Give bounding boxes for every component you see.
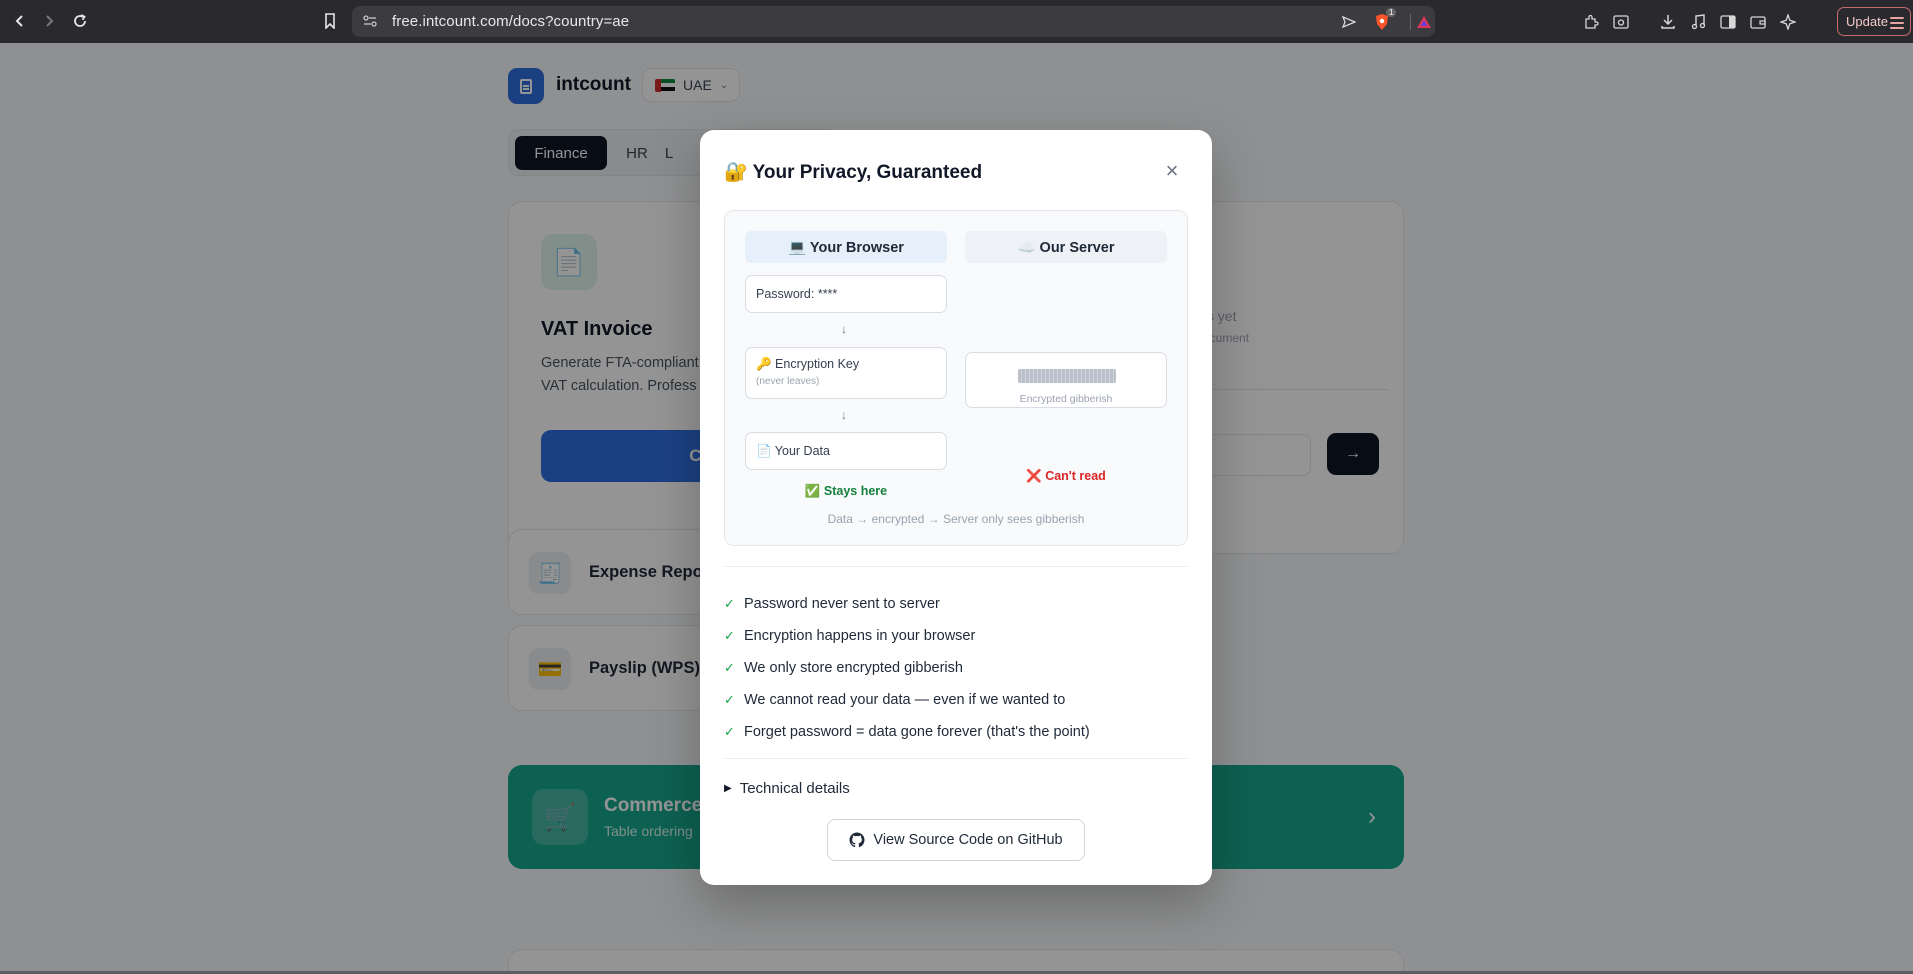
divider: [1410, 14, 1411, 30]
browser-toolbar: free.intcount.com/docs?country=ae 1 Upda…: [0, 0, 1913, 43]
screenshot-icon[interactable]: [1610, 11, 1632, 33]
list-item-text: Forget password = data gone forever (tha…: [744, 724, 1090, 740]
back-icon[interactable]: [9, 10, 31, 32]
cant-read-label: ❌ Can't read: [1026, 469, 1106, 483]
update-label: Update: [1846, 14, 1888, 29]
encryption-key-box: 🔑 Encryption Key (never leaves): [745, 347, 947, 399]
list-item-text: We cannot read your data — even if we wa…: [744, 692, 1066, 708]
check-icon: ✓: [724, 660, 735, 675]
privacy-modal: 🔐 Your Privacy, Guaranteed × 💻 Your Brow…: [700, 130, 1212, 885]
modal-title: 🔐 Your Privacy, Guaranteed: [724, 162, 983, 183]
divider: [724, 758, 1188, 759]
encryption-diagram: 💻 Your Browser ☁️ Our Server Password: *…: [724, 210, 1188, 546]
check-icon: ✓: [724, 692, 735, 707]
close-icon[interactable]: ×: [1158, 157, 1186, 185]
data-box-label: 📄 Your Data: [756, 444, 830, 458]
password-box-label: Password: ****: [756, 287, 838, 301]
list-item: ✓ We only store encrypted gibberish: [724, 652, 1188, 684]
github-icon: [849, 832, 865, 848]
browser-column-header: 💻 Your Browser: [745, 231, 947, 263]
address-bar[interactable]: free.intcount.com/docs?country=ae 1: [352, 6, 1435, 37]
check-icon: ✓: [724, 596, 735, 611]
site-settings-icon[interactable]: [362, 13, 378, 29]
github-button-label: View Source Code on GitHub: [873, 832, 1063, 848]
forward-icon[interactable]: [38, 10, 60, 32]
server-column-header: ☁️ Our Server: [965, 231, 1167, 263]
sidebar-icon[interactable]: [1717, 11, 1739, 33]
leo-ai-icon[interactable]: [1777, 11, 1799, 33]
password-box: Password: ****: [745, 275, 947, 313]
music-icon[interactable]: [1687, 11, 1709, 33]
diagram-caption: Data → encrypted → Server only sees gibb…: [827, 512, 1085, 526]
menu-icon: [1890, 15, 1904, 32]
technical-details-label: Technical details: [739, 780, 850, 797]
privacy-checklist: ✓ Password never sent to server ✓ Encrypti…: [724, 588, 1188, 748]
check-icon: ✓: [724, 724, 735, 739]
encrypted-box: Encrypted gibberish: [965, 352, 1167, 408]
url-text[interactable]: free.intcount.com/docs?country=ae: [392, 13, 629, 30]
brave-rewards-icon[interactable]: [1414, 12, 1434, 32]
arrow-down-icon: ↓: [841, 408, 847, 422]
extensions-icon[interactable]: [1580, 11, 1602, 33]
send-icon[interactable]: [1339, 12, 1359, 32]
bookmark-icon[interactable]: [319, 10, 341, 32]
divider: [724, 566, 1188, 567]
encrypted-label: Encrypted gibberish: [1019, 393, 1113, 405]
arrow-down-icon: ↓: [841, 322, 847, 336]
key-box-label: 🔑 Encryption Key: [756, 357, 860, 371]
list-item-text: We only store encrypted gibberish: [744, 660, 963, 676]
check-icon: ✓: [724, 628, 735, 643]
list-item: ✓ Forget password = data gone forever (th…: [724, 716, 1188, 748]
gibberish-bar: [1018, 369, 1116, 383]
list-item-text: Password never sent to server: [744, 596, 940, 612]
list-item: ✓ We cannot read your data — even if we w…: [724, 684, 1188, 716]
list-item-text: Encryption happens in your browser: [744, 628, 976, 644]
github-source-button[interactable]: View Source Code on GitHub: [827, 819, 1085, 861]
download-icon[interactable]: [1657, 11, 1679, 33]
your-data-box: 📄 Your Data: [745, 432, 947, 470]
disclosure-triangle-icon: ▶: [724, 783, 732, 794]
key-box-sublabel: (never leaves): [756, 376, 820, 387]
list-item: ✓ Password never sent to server: [724, 588, 1188, 620]
reload-icon[interactable]: [69, 10, 91, 32]
list-item: ✓ Encryption happens in your browser: [724, 620, 1188, 652]
stays-here-label: ✅ Stays here: [804, 484, 888, 498]
wallet-icon[interactable]: [1747, 11, 1769, 33]
technical-details-toggle[interactable]: ▶ Technical details: [724, 780, 850, 797]
update-button[interactable]: Update: [1837, 7, 1911, 36]
shields-badge: 1: [1386, 8, 1397, 17]
